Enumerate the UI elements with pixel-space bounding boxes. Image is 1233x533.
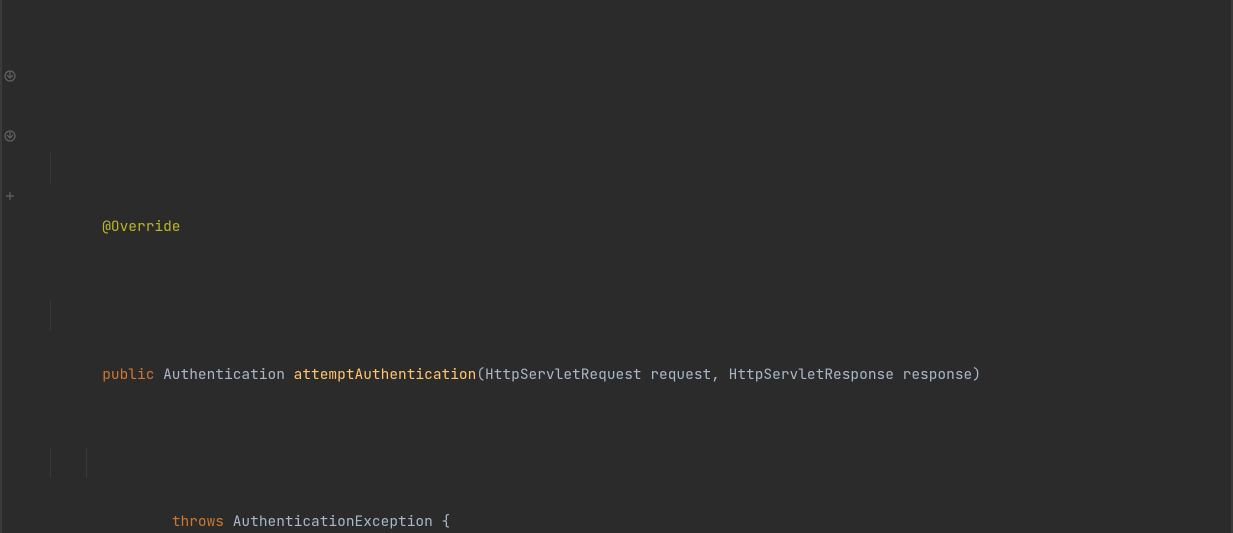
exception-type: AuthenticationException {	[233, 512, 451, 531]
implements-gutter-icon[interactable]	[4, 190, 16, 202]
type: Authentication	[163, 365, 285, 384]
code-line[interactable]: @Override	[22, 153, 1231, 183]
code-line[interactable]: public Authentication attemptAuthenticat…	[22, 301, 1231, 331]
code-line[interactable]: throws AuthenticationException {	[22, 448, 1231, 478]
code-area[interactable]: @Override public Authentication attemptA…	[22, 0, 1231, 533]
keyword-public: public	[102, 365, 154, 384]
annotation: @Override	[102, 217, 180, 236]
method-name: attemptAuthentication	[294, 365, 477, 384]
override-gutter-icon[interactable]	[4, 130, 16, 142]
gutter	[2, 0, 22, 533]
params: (HttpServletRequest request, HttpServlet…	[476, 365, 981, 384]
keyword-throws: throws	[172, 512, 224, 531]
code-editor[interactable]: @Override public Authentication attemptA…	[0, 0, 1233, 533]
override-gutter-icon[interactable]	[4, 70, 16, 82]
